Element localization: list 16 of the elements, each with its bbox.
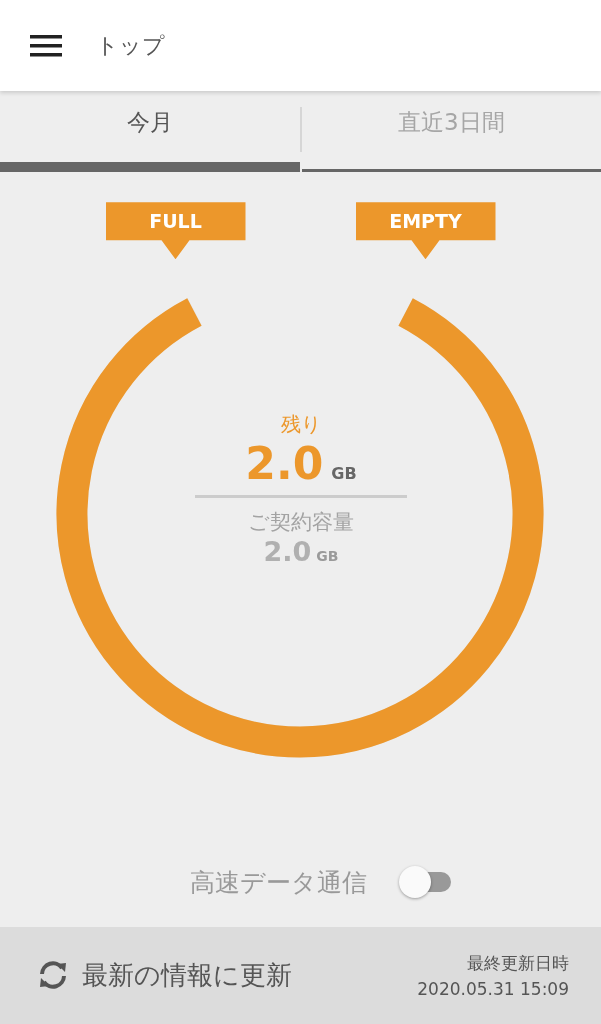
unit-label: GB	[331, 464, 357, 484]
remaining-value: 2.0	[245, 438, 324, 490]
last-updated-time: 2020.05.31 15:09	[417, 978, 569, 999]
last-updated-label: 最終更新日時	[467, 951, 569, 975]
refresh-button[interactable]: 最新の情報に更新	[36, 957, 292, 993]
full-marker: FULL	[105, 202, 246, 260]
page-title: トップ	[96, 31, 165, 60]
tab[interactable]: 今月	[0, 91, 300, 173]
toggle-switch[interactable]	[399, 866, 451, 899]
empty-marker: EMPTY	[355, 202, 496, 260]
menu-icon[interactable]	[30, 34, 62, 57]
contract-value: 2.0	[263, 536, 312, 568]
unit-label: GB	[316, 548, 339, 565]
high-speed-label: 高速データ通信	[190, 866, 367, 899]
remaining-label: 残り	[281, 411, 321, 439]
contract-label: ご契約容量	[248, 509, 354, 537]
